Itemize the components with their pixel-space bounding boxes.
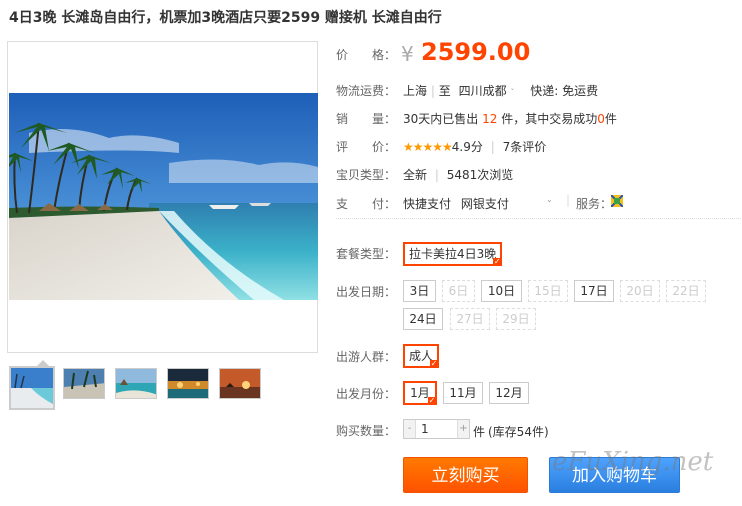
sales-label: 销 量： bbox=[336, 112, 397, 126]
date-option-22: 22日 bbox=[666, 280, 706, 302]
shipping-label: 物流运费： bbox=[336, 84, 397, 98]
date-option-24[interactable]: 24日 bbox=[403, 308, 443, 330]
shipping-from: 上海 bbox=[403, 84, 428, 98]
traveler-group-label: 出游人群： bbox=[336, 350, 397, 364]
rating-divider: | bbox=[490, 140, 495, 154]
thumbnail-2[interactable] bbox=[63, 368, 105, 399]
sales-mid: 件，其中交易成功 bbox=[501, 112, 598, 126]
date-option-10[interactable]: 10日 bbox=[481, 280, 522, 302]
shipping-to-prefix: 至 bbox=[438, 84, 451, 98]
thumbnail-4[interactable] bbox=[167, 368, 209, 399]
item-type-label: 宝贝类型： bbox=[336, 168, 397, 182]
chevron-down-icon: ˇ bbox=[510, 88, 515, 97]
sales-count: 12 bbox=[482, 112, 498, 126]
shipping-destination-select[interactable]: 四川成都 ˇ bbox=[459, 84, 515, 98]
main-product-image[interactable] bbox=[7, 41, 318, 353]
month-option-12[interactable]: 12月 bbox=[489, 382, 529, 404]
site-watermark: eFuXing.net bbox=[552, 447, 714, 477]
payment-method-quick: 快捷支付 bbox=[403, 197, 452, 211]
item-type-row: 全新 | 5481次浏览 bbox=[403, 166, 513, 183]
quantity-label: 购买数量： bbox=[336, 424, 397, 438]
package-option-lakamaila[interactable]: 拉卡美拉4日3晚 bbox=[403, 242, 503, 266]
quantity-increase-button[interactable]: + bbox=[457, 420, 469, 438]
rating-stars-icon: ★★★★★ bbox=[403, 140, 453, 154]
stock-count: (库存54件) bbox=[488, 425, 549, 439]
date-option-20: 20日 bbox=[620, 280, 660, 302]
item-condition: 全新 bbox=[403, 168, 428, 182]
item-type-divider: | bbox=[434, 168, 439, 182]
shipping-destination: 四川成都 bbox=[458, 84, 507, 98]
product-title: 4日3晚 长滩岛自由行，机票加3晚酒店只要2599 赠接机 长滩自由行 bbox=[9, 10, 442, 26]
payment-row: 快捷支付 网银支付 bbox=[403, 195, 509, 212]
service-label: 服务： bbox=[576, 197, 613, 211]
thumbnail-3[interactable] bbox=[115, 368, 157, 399]
success-count: 0 bbox=[597, 112, 605, 126]
quantity-decrease-button[interactable]: - bbox=[404, 420, 416, 438]
currency-symbol: ¥ bbox=[401, 42, 414, 66]
reviews-link[interactable]: 7条评价 bbox=[503, 140, 547, 154]
buy-now-button[interactable]: 立刻购买 bbox=[403, 457, 528, 493]
quantity-unit: 件 bbox=[473, 425, 486, 439]
rating-row: ★★★★★4.9分 | 7条评价 bbox=[403, 138, 546, 155]
month-option-1[interactable]: 1月 bbox=[403, 381, 437, 405]
sales-row: 30天内已售出 12 件，其中交易成功0件 bbox=[403, 110, 617, 127]
date-option-29: 29日 bbox=[496, 308, 536, 330]
quantity-input[interactable] bbox=[417, 420, 458, 438]
price-label: 价 格： bbox=[336, 48, 397, 62]
view-count: 5481次浏览 bbox=[446, 168, 514, 182]
date-option-17[interactable]: 17日 bbox=[574, 280, 614, 302]
section-divider bbox=[336, 218, 741, 219]
month-option-11[interactable]: 11月 bbox=[443, 382, 483, 404]
thumbnail-1[interactable] bbox=[9, 366, 55, 410]
sales-suffix: 件 bbox=[604, 112, 617, 126]
date-option-15: 15日 bbox=[528, 280, 568, 302]
rating-score: 4.9分 bbox=[451, 140, 483, 154]
package-label: 套餐类型： bbox=[336, 247, 397, 261]
beach-photo bbox=[9, 93, 318, 300]
payment-method-bank: 网银支付 bbox=[460, 197, 509, 211]
departure-month-label: 出发月份： bbox=[336, 387, 397, 401]
date-option-6: 6日 bbox=[442, 280, 475, 302]
service-divider: | bbox=[566, 193, 571, 207]
shipping-divider: | bbox=[430, 84, 435, 98]
shipping-express: 快递: 免运费 bbox=[530, 84, 599, 98]
sales-prefix: 30天内已售出 bbox=[403, 112, 479, 126]
quantity-stepper: - + bbox=[403, 419, 470, 439]
shipping-row: 上海 | 至 四川成都 ˇ 快递: 免运费 bbox=[403, 82, 598, 99]
thumbnail-5[interactable] bbox=[219, 368, 261, 399]
price-value: 2599.00 bbox=[421, 38, 531, 66]
service-badge-icon[interactable] bbox=[611, 195, 623, 207]
rating-label: 评 价： bbox=[336, 140, 397, 154]
departure-date-label: 出发日期： bbox=[336, 285, 397, 299]
payment-dropdown-chevron-icon[interactable]: ⌄ bbox=[546, 195, 553, 204]
payment-label: 支 付： bbox=[336, 197, 397, 211]
date-option-27: 27日 bbox=[450, 308, 490, 330]
date-option-3[interactable]: 3日 bbox=[403, 280, 436, 302]
group-option-adult[interactable]: 成人 bbox=[403, 344, 440, 368]
